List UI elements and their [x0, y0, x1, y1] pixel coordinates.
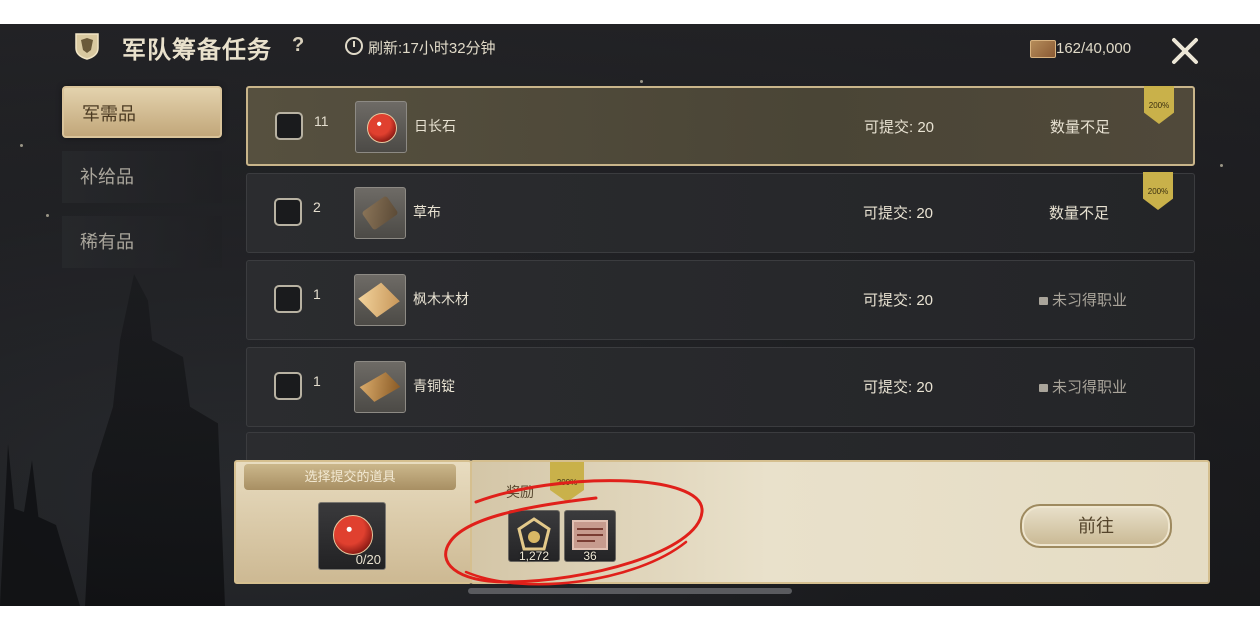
bonus-badge: 200%: [550, 462, 584, 502]
star-decor: [20, 144, 23, 147]
refresh-timer: 刷新:17小时32分钟: [368, 40, 496, 57]
cloth-icon: [361, 195, 399, 231]
star-decor: [46, 214, 49, 217]
task-row[interactable]: 11 日长石 可提交: 20 数量不足 200%: [246, 86, 1195, 166]
submit-panel-title: 选择提交的道具: [244, 464, 456, 490]
woodworking-icon: [274, 285, 302, 313]
reward-panel: 200% 奖励 1,272 36 前往: [470, 460, 1210, 584]
item-slot: [354, 187, 406, 239]
smithing-icon: [274, 372, 302, 400]
tower-silhouette: [85, 274, 225, 606]
task-row[interactable]: 1 青铜锭 可提交: 20 未习得职业: [246, 347, 1195, 427]
star-decor: [1220, 164, 1223, 167]
submit-count: 可提交: 20: [863, 205, 934, 222]
item-slot: [355, 101, 407, 153]
submit-count: 可提交: 20: [863, 292, 934, 309]
selected-item-slot[interactable]: 0/20: [318, 502, 386, 570]
item-slot: [354, 361, 406, 413]
weaving-icon: [274, 198, 302, 226]
bonus-badge: 200%: [1143, 172, 1173, 210]
reward-qty: 36: [583, 549, 597, 563]
help-button[interactable]: ?: [292, 34, 304, 57]
submit-count: 可提交: 20: [864, 119, 935, 136]
currency-counter: 162/40,000: [1056, 40, 1132, 57]
star-decor: [640, 80, 643, 83]
ingot-icon: [359, 372, 401, 402]
task-row[interactable]: [246, 432, 1195, 462]
bonus-badge: 200%: [1144, 86, 1174, 124]
item-slot: [354, 274, 406, 326]
go-button[interactable]: 前往: [1020, 504, 1172, 548]
reward-label: 奖励: [506, 484, 534, 500]
lumber-icon: [358, 282, 400, 318]
item-name: 草布: [413, 204, 441, 220]
item-name: 枫木木材: [413, 291, 469, 307]
status-locked: 未习得职业: [1039, 289, 1127, 310]
lock-icon: [1039, 384, 1048, 392]
job-level: 11: [314, 113, 329, 129]
scrollbar[interactable]: [468, 588, 792, 594]
job-level: 1: [313, 373, 321, 389]
status-text: 未习得职业: [1052, 292, 1128, 309]
bonus-badge-text: 200%: [1148, 101, 1170, 110]
bonus-badge-text: 200%: [1147, 187, 1169, 196]
lock-icon: [1039, 297, 1048, 305]
task-row[interactable]: 1 枫木木材 可提交: 20 未习得职业: [246, 260, 1195, 340]
status-text: 数量不足: [1050, 119, 1111, 136]
status-text: 未习得职业: [1052, 379, 1128, 396]
tab-rare-items[interactable]: 稀有品: [62, 216, 222, 268]
task-row[interactable]: 2 草布 可提交: 20 数量不足 200%: [246, 172, 1195, 253]
bonus-badge-text: 200%: [556, 478, 578, 487]
reward-qty: 1,272: [518, 549, 550, 563]
reward-slot[interactable]: 36: [564, 510, 616, 563]
gem-icon: [333, 515, 373, 555]
page-title: 军队筹备任务: [122, 35, 272, 64]
status-text: 数量不足: [1049, 205, 1110, 222]
tab-provisions[interactable]: 补给品: [62, 151, 222, 203]
submit-count: 可提交: 20: [863, 379, 934, 396]
submit-panel: 选择提交的道具 0/20: [234, 460, 472, 584]
game-screen: 军队筹备任务 ? 刷新:17小时32分钟 162/40,000 军需品 补给品 …: [0, 24, 1260, 606]
clock-icon: [345, 37, 363, 55]
castle-silhouette: [0, 444, 80, 606]
close-icon[interactable]: [1168, 34, 1202, 68]
reward-slot[interactable]: 1,272: [508, 510, 560, 563]
gem-icon: [367, 113, 397, 143]
item-name: 青铜锭: [413, 378, 455, 394]
currency-icon: [1030, 40, 1056, 58]
status-locked: 未习得职业: [1039, 376, 1127, 397]
job-level: 2: [313, 199, 321, 215]
job-level: 1: [313, 286, 321, 302]
emblem-icon: [75, 33, 99, 60]
tab-military-supplies[interactable]: 军需品: [62, 86, 222, 138]
selected-count: 0/20: [355, 552, 381, 567]
jewelry-icon: [275, 112, 303, 140]
item-name: 日长石: [414, 118, 456, 134]
